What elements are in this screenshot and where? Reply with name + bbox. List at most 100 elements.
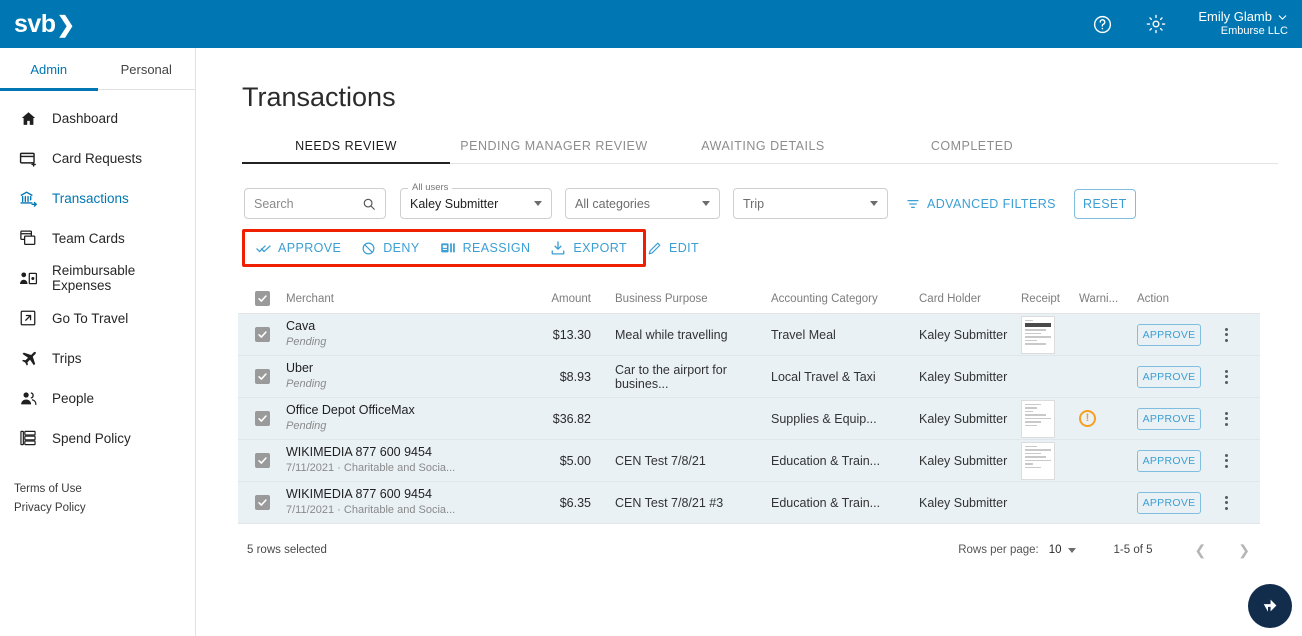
column-header-amount[interactable]: Amount xyxy=(531,293,591,305)
sidebar-item-trips[interactable]: Trips xyxy=(0,338,195,378)
sidebar-item-reimbursable-expenses[interactable]: Reimbursable Expenses xyxy=(0,258,195,298)
approve-action-label: APPROVE xyxy=(278,241,342,255)
merchant-name: Uber xyxy=(286,360,314,375)
row-checkbox[interactable] xyxy=(254,327,270,342)
user-filter-select[interactable]: All users Kaley Submitter xyxy=(400,182,552,219)
sidebar-tab-admin[interactable]: Admin xyxy=(0,48,98,91)
sidebar-item-label: Transactions xyxy=(52,190,129,206)
pencil-icon xyxy=(648,242,661,254)
tab-completed[interactable]: COMPLETED xyxy=(868,139,1076,164)
warning-icon[interactable]: ! xyxy=(1079,410,1096,427)
row-approve-button[interactable]: APPROVE xyxy=(1137,365,1201,388)
row-more-menu-icon[interactable] xyxy=(1221,408,1232,430)
sidebar-item-dashboard[interactable]: Dashboard xyxy=(0,98,195,138)
chevron-down-icon xyxy=(534,201,542,206)
search-placeholder: Search xyxy=(254,196,294,211)
bulk-action-bar-highlight: APPROVE DENY REASSIGN EXPORT EDIT xyxy=(242,229,699,267)
chevron-left-icon[interactable]: ❮ xyxy=(1195,542,1207,559)
sidebar-item-people[interactable]: People xyxy=(0,378,195,418)
cell-merchant: WIKIMEDIA 877 600 9454 7/11/2021 · Chari… xyxy=(286,445,531,476)
export-action-button[interactable]: EXPORT xyxy=(550,240,627,256)
table-row[interactable]: Cava Pending $13.30 Meal while travellin… xyxy=(238,314,1260,356)
row-more-menu-icon[interactable] xyxy=(1221,492,1232,514)
receipt-thumbnail[interactable] xyxy=(1021,399,1055,438)
row-approve-button[interactable]: APPROVE xyxy=(1137,407,1201,430)
terms-of-use-link[interactable]: Terms of Use xyxy=(14,483,86,495)
trip-filter-select[interactable]: Trip xyxy=(733,188,888,219)
cell-accounting-category: Education & Train... xyxy=(771,495,881,510)
reassign-action-button[interactable]: REASSIGN xyxy=(440,240,531,256)
cell-action: APPROVE xyxy=(1137,407,1260,430)
row-checkbox[interactable] xyxy=(254,369,270,384)
category-filter-select[interactable]: All categories xyxy=(565,188,720,219)
help-circle-icon[interactable] xyxy=(1090,12,1114,36)
advanced-filters-label: ADVANCED FILTERS xyxy=(927,196,1056,211)
column-header-card-holder[interactable]: Card Holder xyxy=(919,293,1021,305)
column-header-business-purpose[interactable]: Business Purpose xyxy=(591,293,771,305)
row-approve-button[interactable]: APPROVE xyxy=(1137,323,1201,346)
bulk-action-bar: APPROVE DENY REASSIGN EXPORT EDIT xyxy=(245,232,699,264)
select-all-checkbox[interactable] xyxy=(254,291,270,306)
pagination-range: 1-5 of 5 xyxy=(1113,544,1153,556)
tab-awaiting-details[interactable]: AWAITING DETAILS xyxy=(658,139,868,164)
table-row[interactable]: WIKIMEDIA 877 600 9454 7/11/2021 · Chari… xyxy=(238,482,1260,524)
column-header-accounting-category[interactable]: Accounting Category xyxy=(771,293,919,305)
sidebar-item-transactions[interactable]: Transactions xyxy=(0,178,195,218)
reassign-action-label: REASSIGN xyxy=(462,241,531,255)
row-more-menu-icon[interactable] xyxy=(1221,324,1232,346)
tab-needs-review[interactable]: NEEDS REVIEW xyxy=(242,139,450,164)
column-header-warnings[interactable]: Warni... xyxy=(1079,293,1137,305)
merchant-name: Cava xyxy=(286,318,316,333)
row-more-menu-icon[interactable] xyxy=(1221,450,1232,472)
search-input[interactable]: Search xyxy=(244,188,386,219)
cell-receipt[interactable] xyxy=(1021,441,1079,480)
row-checkbox[interactable] xyxy=(254,453,270,468)
cell-receipt[interactable] xyxy=(1021,399,1079,438)
column-header-receipt[interactable]: Receipt xyxy=(1021,293,1079,305)
chevron-right-icon[interactable]: ❯ xyxy=(1238,542,1250,559)
merchant-name: WIKIMEDIA 877 600 9454 xyxy=(286,444,432,459)
sidebar-item-label: Spend Policy xyxy=(52,430,131,446)
cell-card-holder: Kaley Submitter xyxy=(919,453,1008,468)
edit-action-button[interactable]: EDIT xyxy=(647,241,699,256)
table-row[interactable]: Office Depot OfficeMax Pending $36.82 Su… xyxy=(238,398,1260,440)
sidebar-item-card-requests[interactable]: Card Requests xyxy=(0,138,195,178)
user-org-label: Emburse LLC xyxy=(1220,25,1288,38)
cell-receipt[interactable] xyxy=(1021,315,1079,354)
sidebar-item-go-to-travel[interactable]: Go To Travel xyxy=(0,298,195,338)
table-row[interactable]: Uber Pending $8.93 Car to the airport fo… xyxy=(238,356,1260,398)
column-header-action[interactable]: Action xyxy=(1137,293,1260,305)
row-checkbox[interactable] xyxy=(254,495,270,510)
approve-action-button[interactable]: APPROVE xyxy=(256,241,341,256)
sidebar-tab-personal[interactable]: Personal xyxy=(98,48,196,90)
rows-per-page-select[interactable]: 10 xyxy=(1049,544,1076,556)
svb-logo[interactable]: svb ❯ xyxy=(14,10,75,39)
tab-pending-manager-review[interactable]: PENDING MANAGER REVIEW xyxy=(450,139,658,164)
chevron-down-icon xyxy=(1067,547,1076,553)
column-header-merchant[interactable]: Merchant xyxy=(286,293,531,305)
chevron-down-icon xyxy=(1278,14,1287,20)
receipt-thumbnail[interactable] xyxy=(1021,315,1055,354)
cell-card-holder: Kaley Submitter xyxy=(919,495,1008,510)
advanced-filters-button[interactable]: ADVANCED FILTERS xyxy=(906,197,1056,211)
cards-stack-icon xyxy=(18,228,38,248)
row-more-menu-icon[interactable] xyxy=(1221,366,1232,388)
gear-icon[interactable] xyxy=(1144,12,1168,36)
deny-action-button[interactable]: DENY xyxy=(361,241,419,256)
support-chat-button[interactable] xyxy=(1248,584,1292,628)
row-approve-button[interactable]: APPROVE xyxy=(1137,449,1201,472)
sidebar-item-label: Card Requests xyxy=(52,150,143,166)
privacy-policy-link[interactable]: Privacy Policy xyxy=(14,502,86,514)
reset-button[interactable]: RESET xyxy=(1073,188,1136,219)
user-menu[interactable]: Emily Glamb Emburse LLC xyxy=(1198,9,1288,39)
sidebar-item-team-cards[interactable]: Team Cards xyxy=(0,218,195,258)
cell-amount: $36.82 xyxy=(552,411,591,426)
receipt-thumbnail[interactable] xyxy=(1021,441,1055,480)
sidebar: Admin Personal Dashboard Card Requests T… xyxy=(0,48,196,636)
table-row[interactable]: WIKIMEDIA 877 600 9454 7/11/2021 · Chari… xyxy=(238,440,1260,482)
row-approve-button[interactable]: APPROVE xyxy=(1137,491,1201,514)
sidebar-item-spend-policy[interactable]: Spend Policy xyxy=(0,418,195,458)
cell-accounting-category: Education & Train... xyxy=(771,453,881,468)
row-checkbox[interactable] xyxy=(254,411,270,426)
cell-merchant: Cava Pending xyxy=(286,319,531,350)
